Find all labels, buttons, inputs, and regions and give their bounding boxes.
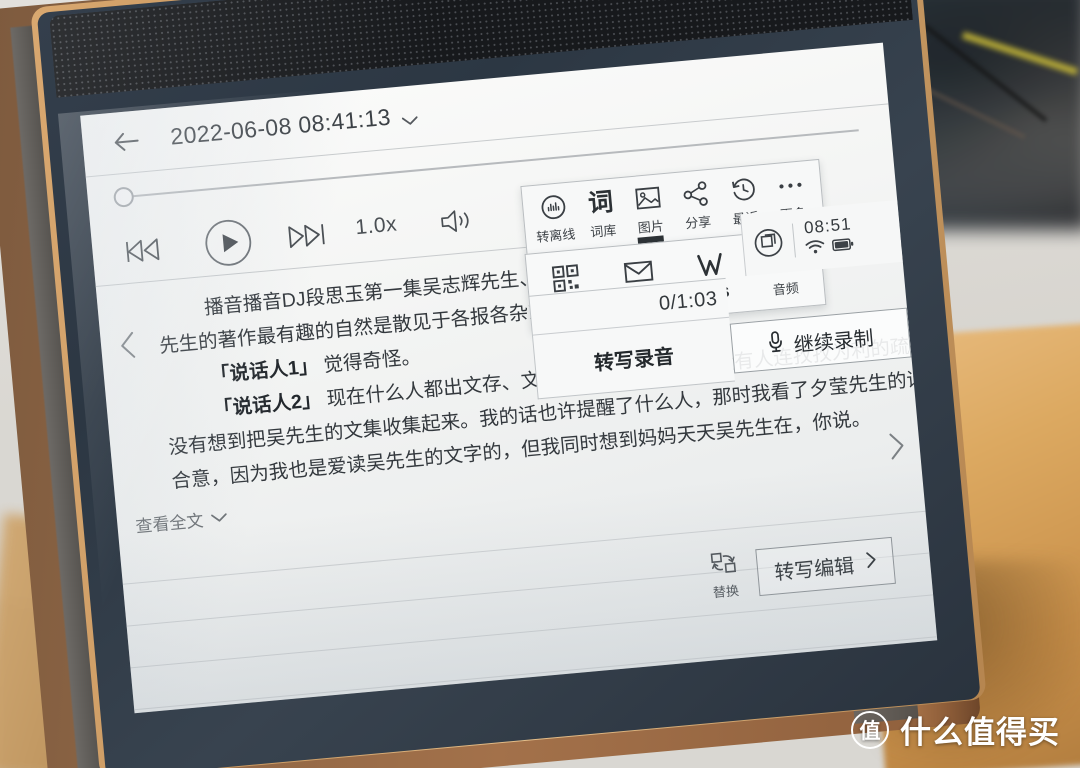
chevron-right-icon (865, 550, 878, 575)
toolbar-label: 词库 (589, 222, 617, 240)
status-icons (804, 236, 855, 260)
playback-speed[interactable]: 1.0x (354, 212, 398, 240)
toolbar-label: 转离线 (535, 226, 576, 245)
photo-scene: iFLYTEK 2022-06-08 08:41:13 (0, 0, 1080, 768)
recent-clock-icon (729, 176, 757, 204)
multitask-icon[interactable] (752, 227, 785, 260)
toolbar-item-share[interactable]: 分享 (671, 179, 723, 233)
recording-bar-left: 0/1:03 转写录音 (528, 277, 735, 400)
toolbar-label: 分享 (684, 213, 712, 232)
replace-button[interactable]: 替换 (709, 550, 740, 601)
back-arrow-icon[interactable] (112, 130, 140, 154)
wps-icon (695, 249, 726, 281)
tablet-device: iFLYTEK 2022-06-08 08:41:13 (9, 0, 995, 768)
eink-screen: 2022-06-08 08:41:13 1.0x 先生的著作最有趣的自然是散见于… (80, 42, 938, 714)
more-dots-icon (777, 171, 805, 199)
rewind-icon[interactable] (124, 237, 164, 269)
image-icon (634, 184, 662, 212)
lexicon-word-glyph: 词 (587, 187, 615, 218)
fast-forward-icon[interactable] (287, 222, 327, 254)
chevron-left-icon[interactable] (116, 329, 141, 361)
clock-time: 08:51 (803, 214, 853, 238)
status-divider (791, 223, 796, 258)
watermark: 值 什么值得买 (851, 707, 1060, 752)
continue-recording-label: 继续录制 (792, 327, 875, 357)
qr-code-icon (551, 262, 582, 294)
slider-knob[interactable] (112, 186, 135, 208)
toolbar-label: 图片 (637, 218, 665, 236)
toolbar-item-image[interactable]: 图片 (623, 183, 675, 237)
speaker-tag: 「说话人2」 (212, 389, 323, 421)
recording-title: 2022-06-08 08:41:13 (169, 103, 392, 150)
speaker-tag: 「说话人1」 (209, 355, 320, 387)
edit-label: 转写编辑 (773, 555, 856, 585)
toolbar-item-offline[interactable]: 转离线 (528, 192, 580, 246)
offline-convert-icon (539, 193, 567, 221)
continue-recording-button[interactable]: 继续录制 (729, 307, 912, 374)
watermark-logo: 值 (851, 710, 889, 749)
play-icon[interactable] (202, 217, 255, 274)
chevron-down-icon (210, 507, 228, 528)
toolbar-item-lexicon[interactable]: 词 词库 (576, 188, 628, 242)
wifi-icon (804, 239, 826, 261)
status-right: 08:51 (802, 214, 855, 260)
envelope-icon (622, 255, 655, 288)
watermark-text: 什么值得买 (900, 715, 1060, 750)
chevron-down-icon[interactable] (401, 112, 418, 125)
replace-swap-icon (709, 550, 737, 579)
share-icon (682, 180, 710, 208)
volume-icon[interactable] (438, 207, 475, 241)
speaker-text: 觉得奇怪。 (317, 345, 422, 378)
microphone-icon (767, 330, 785, 359)
recording-bar-right: 继续录制 (726, 262, 913, 382)
battery-icon (831, 237, 855, 257)
chevron-right-icon[interactable] (884, 430, 909, 462)
replace-label: 替换 (712, 582, 740, 601)
